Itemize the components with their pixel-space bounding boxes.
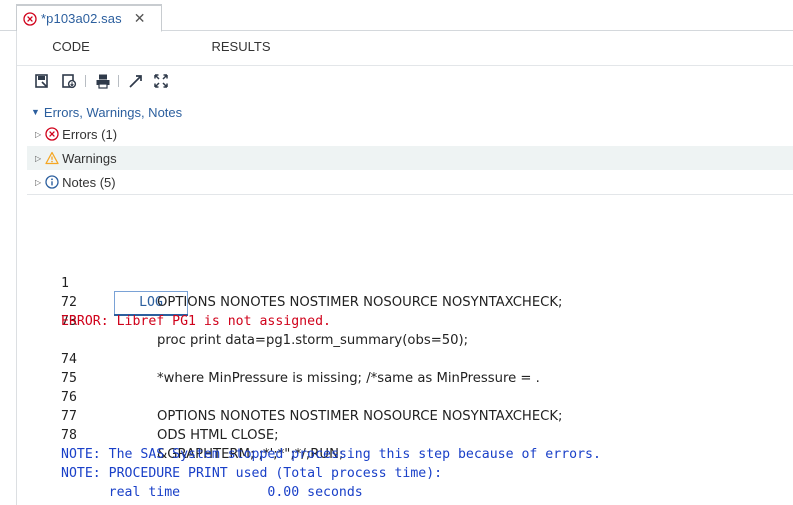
tree-header[interactable]: ▼ Errors, Warnings, Notes <box>31 103 182 121</box>
tree-item-warnings[interactable]: ▷ Warnings <box>27 146 793 170</box>
caret-down-icon: ▼ <box>31 107 40 117</box>
error-icon <box>23 11 37 26</box>
save-log-icon[interactable] <box>34 73 50 89</box>
tree-item-label: Errors (1) <box>62 126 118 142</box>
line-code: ODS HTML CLOSE; <box>157 428 279 443</box>
log-note-line: NOTE: PROCEDURE PRINT used (Total proces… <box>61 466 443 481</box>
tree-item-label: Warnings <box>62 150 117 166</box>
line-code: OPTIONS NONOTES NOSTIMER NOSOURCE NOSYNT… <box>157 295 563 310</box>
tab-results[interactable]: RESULTS <box>199 36 283 58</box>
log-line: 75 <box>61 350 93 386</box>
line-code: proc print data=pg1.storm_summary(obs=50… <box>157 333 469 348</box>
log-line: 74 *where MinPressure is missing; /*same… <box>61 331 540 386</box>
log-note-line: NOTE: The SAS System stopped processing … <box>61 447 601 462</box>
log-toolbar <box>17 65 793 95</box>
caret-right-icon: ▷ <box>35 153 42 163</box>
info-icon <box>45 175 59 189</box>
new-window-icon[interactable] <box>128 73 144 89</box>
log-line: 77 ODS HTML CLOSE; <box>61 388 279 443</box>
error-icon <box>45 127 59 141</box>
log-line: 72 <box>61 274 93 310</box>
log-line: 73 proc print data=pg1.storm_summary(obs… <box>61 293 468 348</box>
tree-item-label: Notes (5) <box>62 174 116 190</box>
editor-border <box>16 31 17 505</box>
file-tab-bar: *p103a02.sas ✕ <box>0 0 793 32</box>
view-tabs: CODE LOG RESULTS <box>17 36 793 316</box>
tree-item-errors[interactable]: ▷ Errors (1) <box>27 122 793 146</box>
line-code: OPTIONS NONOTES NOSTIMER NOSOURCE NOSYNT… <box>157 409 563 424</box>
close-tab-icon[interactable]: ✕ <box>134 10 146 27</box>
line-code: *where MinPressure is missing; /*same as… <box>157 371 540 386</box>
line-number: 78 <box>61 428 77 443</box>
caret-right-icon: ▷ <box>35 177 42 187</box>
log-error-line: ERROR: Libref PG1 is not assigned. <box>61 314 331 329</box>
tree-item-notes[interactable]: ▷ Notes (5) <box>27 170 793 194</box>
print-icon[interactable] <box>95 73 111 89</box>
log-note-line: real time 0.00 seconds <box>61 485 363 500</box>
tab-code[interactable]: CODE <box>35 36 107 58</box>
caret-right-icon: ▷ <box>35 129 42 139</box>
maximize-icon[interactable] <box>153 73 169 89</box>
download-log-icon[interactable] <box>61 73 77 89</box>
warning-icon <box>45 151 59 165</box>
log-line: 78 &GRAPHTERM; ;*';*";*/;RUN; <box>61 407 343 462</box>
tree-header-label: Errors, Warnings, Notes <box>43 104 183 120</box>
file-tab-name: *p103a02.sas <box>41 11 122 26</box>
divider <box>27 194 793 195</box>
toolbar-separator <box>85 75 86 87</box>
file-tab[interactable]: *p103a02.sas ✕ <box>16 4 162 32</box>
toolbar-separator <box>118 75 119 87</box>
log-line: 1 OPTIONS NONOTES NOSTIMER NOSOURCE NOSY… <box>61 255 562 310</box>
log-line: 76 OPTIONS NONOTES NOSTIMER NOSOURCE NOS… <box>61 369 562 424</box>
